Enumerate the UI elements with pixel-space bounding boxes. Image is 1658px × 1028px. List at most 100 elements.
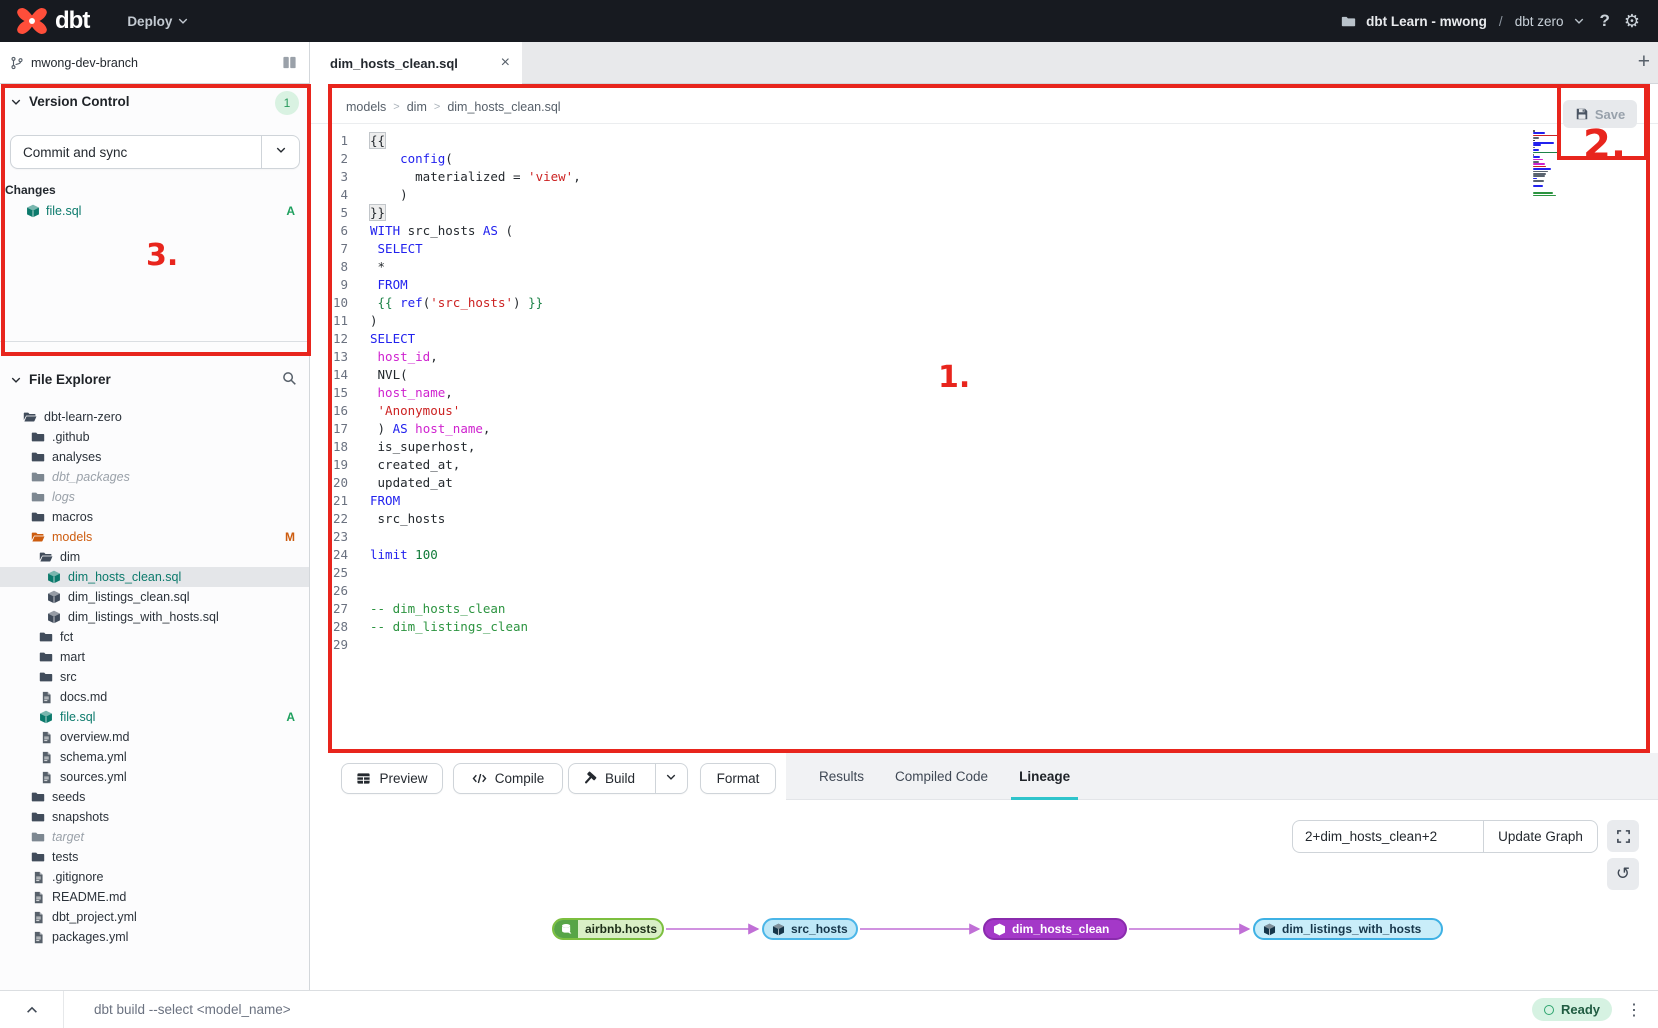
code-line-28[interactable]: 28-- dim_listings_clean bbox=[310, 618, 1510, 636]
code-line-4[interactable]: 4 ) bbox=[310, 186, 1510, 204]
code-line-10[interactable]: 10 {{ ref('src_hosts') }} bbox=[310, 294, 1510, 312]
code-line-21[interactable]: 21FROM bbox=[310, 492, 1510, 510]
tree-item-dbt-learn-zero[interactable]: dbt-learn-zero bbox=[0, 407, 309, 427]
changed-file-row[interactable]: file.sql A bbox=[0, 201, 309, 221]
code-line-20[interactable]: 20 updated_at bbox=[310, 474, 1510, 492]
compile-button[interactable]: Compile bbox=[453, 763, 563, 794]
tree-item-sources.yml[interactable]: sources.yml bbox=[0, 767, 309, 787]
tree-item-.github[interactable]: .github bbox=[0, 427, 309, 447]
environment-chevron-down-icon[interactable] bbox=[1573, 15, 1585, 27]
minimap[interactable] bbox=[1533, 130, 1561, 199]
format-button[interactable]: Format bbox=[700, 763, 776, 794]
minimap-line bbox=[1533, 156, 1540, 158]
status-ring-icon bbox=[1544, 1005, 1554, 1015]
tree-item-README.md[interactable]: README.md bbox=[0, 887, 309, 907]
code-line-9[interactable]: 9 FROM bbox=[310, 276, 1510, 294]
tree-item-fct[interactable]: fct bbox=[0, 627, 309, 647]
code-line-14[interactable]: 14 NVL( bbox=[310, 366, 1510, 384]
commit-options-chevron[interactable] bbox=[261, 136, 299, 168]
tree-item-label: target bbox=[52, 830, 84, 844]
code-line-19[interactable]: 19 created_at, bbox=[310, 456, 1510, 474]
code-line-26[interactable]: 26 bbox=[310, 582, 1510, 600]
code-line-15[interactable]: 15 host_name, bbox=[310, 384, 1510, 402]
kebab-menu-icon[interactable]: ⋮ bbox=[1626, 1000, 1642, 1020]
tab-dim-hosts-clean[interactable]: dim_hosts_clean.sql × bbox=[310, 42, 522, 84]
code-line-8[interactable]: 8 * bbox=[310, 258, 1510, 276]
tree-item-dim_listings_clean.sql[interactable]: dim_listings_clean.sql bbox=[0, 587, 309, 607]
lineage-node-dim_hosts_clean[interactable]: dim_hosts_clean bbox=[983, 918, 1127, 940]
tree-item-target[interactable]: target bbox=[0, 827, 309, 847]
lineage-node-airbnb.hosts[interactable]: airbnb.hosts bbox=[552, 918, 664, 940]
help-icon[interactable]: ? bbox=[1595, 11, 1613, 31]
dbt-logo[interactable]: dbt bbox=[0, 0, 109, 42]
tree-item-analyses[interactable]: analyses bbox=[0, 447, 309, 467]
code-line-7[interactable]: 7 SELECT bbox=[310, 240, 1510, 258]
nav-item-deploy[interactable]: Deploy bbox=[109, 0, 243, 42]
code-line-18[interactable]: 18 is_superhost, bbox=[310, 438, 1510, 456]
build-options-chevron[interactable] bbox=[655, 764, 686, 793]
code-line-24[interactable]: 24limit 100 bbox=[310, 546, 1510, 564]
bottom-toolbar: Preview Compile Build Format Results Comp… bbox=[310, 753, 1658, 800]
code-line-22[interactable]: 22 src_hosts bbox=[310, 510, 1510, 528]
panel-tab-results[interactable]: Results bbox=[819, 753, 864, 800]
tree-item-file.sql[interactable]: file.sqlA bbox=[0, 707, 309, 727]
build-button[interactable]: Build bbox=[570, 771, 647, 786]
new-tab-icon[interactable]: + bbox=[1638, 50, 1650, 74]
lineage-node-src_hosts[interactable]: src_hosts bbox=[762, 918, 858, 940]
code-line-6[interactable]: 6WITH src_hosts AS ( bbox=[310, 222, 1510, 240]
environment-name[interactable]: dbt zero bbox=[1515, 14, 1564, 29]
code-line-27[interactable]: 27-- dim_hosts_clean bbox=[310, 600, 1510, 618]
code-line-17[interactable]: 17 ) AS host_name, bbox=[310, 420, 1510, 438]
code-line-3[interactable]: 3 materialized = 'view', bbox=[310, 168, 1510, 186]
code-area[interactable]: 1{{2 config(3 materialized = 'view',4 )5… bbox=[310, 132, 1510, 654]
code-line-29[interactable]: 29 bbox=[310, 636, 1510, 654]
tree-item-packages.yml[interactable]: packages.yml bbox=[0, 927, 309, 947]
file-explorer-header[interactable]: File Explorer bbox=[0, 372, 309, 387]
project-name[interactable]: dbt Learn - mwong bbox=[1366, 14, 1487, 29]
tree-item-tests[interactable]: tests bbox=[0, 847, 309, 867]
tree-item-dim_hosts_clean.sql[interactable]: dim_hosts_clean.sql bbox=[0, 567, 309, 587]
search-icon[interactable] bbox=[282, 371, 297, 386]
docs-book-icon[interactable] bbox=[282, 55, 297, 70]
tree-item-src[interactable]: src bbox=[0, 667, 309, 687]
chevron-up-icon[interactable] bbox=[0, 1003, 63, 1017]
code-line-13[interactable]: 13 host_id, bbox=[310, 348, 1510, 366]
tree-item-macros[interactable]: macros bbox=[0, 507, 309, 527]
tree-item-dbt_packages[interactable]: dbt_packages bbox=[0, 467, 309, 487]
panel-tab-lineage[interactable]: Lineage bbox=[1019, 753, 1070, 800]
tree-item-logs[interactable]: logs bbox=[0, 487, 309, 507]
code-line-23[interactable]: 23 bbox=[310, 528, 1510, 546]
preview-button[interactable]: Preview bbox=[341, 763, 443, 794]
code-line-1[interactable]: 1{{ bbox=[310, 132, 1510, 150]
tree-item-dbt_project.yml[interactable]: dbt_project.yml bbox=[0, 907, 309, 927]
folder-icon bbox=[30, 810, 46, 824]
gear-icon[interactable]: ⚙ bbox=[1624, 11, 1640, 32]
breadcrumb-item: dim_hosts_clean.sql bbox=[447, 100, 560, 114]
tree-item-dim[interactable]: dim bbox=[0, 547, 309, 567]
code-line-11[interactable]: 11) bbox=[310, 312, 1510, 330]
tree-item-label: packages.yml bbox=[52, 930, 128, 944]
code-line-12[interactable]: 12SELECT bbox=[310, 330, 1510, 348]
tree-item-dim_listings_with_hosts.sql[interactable]: dim_listings_with_hosts.sql bbox=[0, 607, 309, 627]
branch-name[interactable]: mwong-dev-branch bbox=[31, 56, 138, 70]
code-line-16[interactable]: 16 'Anonymous' bbox=[310, 402, 1510, 420]
tree-item-models[interactable]: modelsM bbox=[0, 527, 309, 547]
tree-item-mart[interactable]: mart bbox=[0, 647, 309, 667]
lineage-node-dim_listings_with_hosts[interactable]: dim_listings_with_hosts bbox=[1253, 918, 1443, 940]
code-line-2[interactable]: 2 config( bbox=[310, 150, 1510, 168]
tree-item-docs.md[interactable]: docs.md bbox=[0, 687, 309, 707]
tree-item-seeds[interactable]: seeds bbox=[0, 787, 309, 807]
tree-item-schema.yml[interactable]: schema.yml bbox=[0, 747, 309, 767]
code-line-5[interactable]: 5}} bbox=[310, 204, 1510, 222]
save-button[interactable]: Save bbox=[1563, 100, 1637, 128]
code-line-25[interactable]: 25 bbox=[310, 564, 1510, 582]
tree-item-snapshots[interactable]: snapshots bbox=[0, 807, 309, 827]
tree-item-.gitignore[interactable]: .gitignore bbox=[0, 867, 309, 887]
commit-and-sync-button[interactable]: Commit and sync bbox=[10, 135, 300, 169]
tab-close-icon[interactable]: × bbox=[501, 54, 510, 72]
panel-tab-compiled-code[interactable]: Compiled Code bbox=[895, 753, 988, 800]
code-line-text: ) bbox=[370, 312, 378, 330]
version-control-header[interactable]: Version Control 1 bbox=[0, 94, 309, 109]
tree-item-overview.md[interactable]: overview.md bbox=[0, 727, 309, 747]
command-input[interactable] bbox=[63, 991, 1532, 1028]
